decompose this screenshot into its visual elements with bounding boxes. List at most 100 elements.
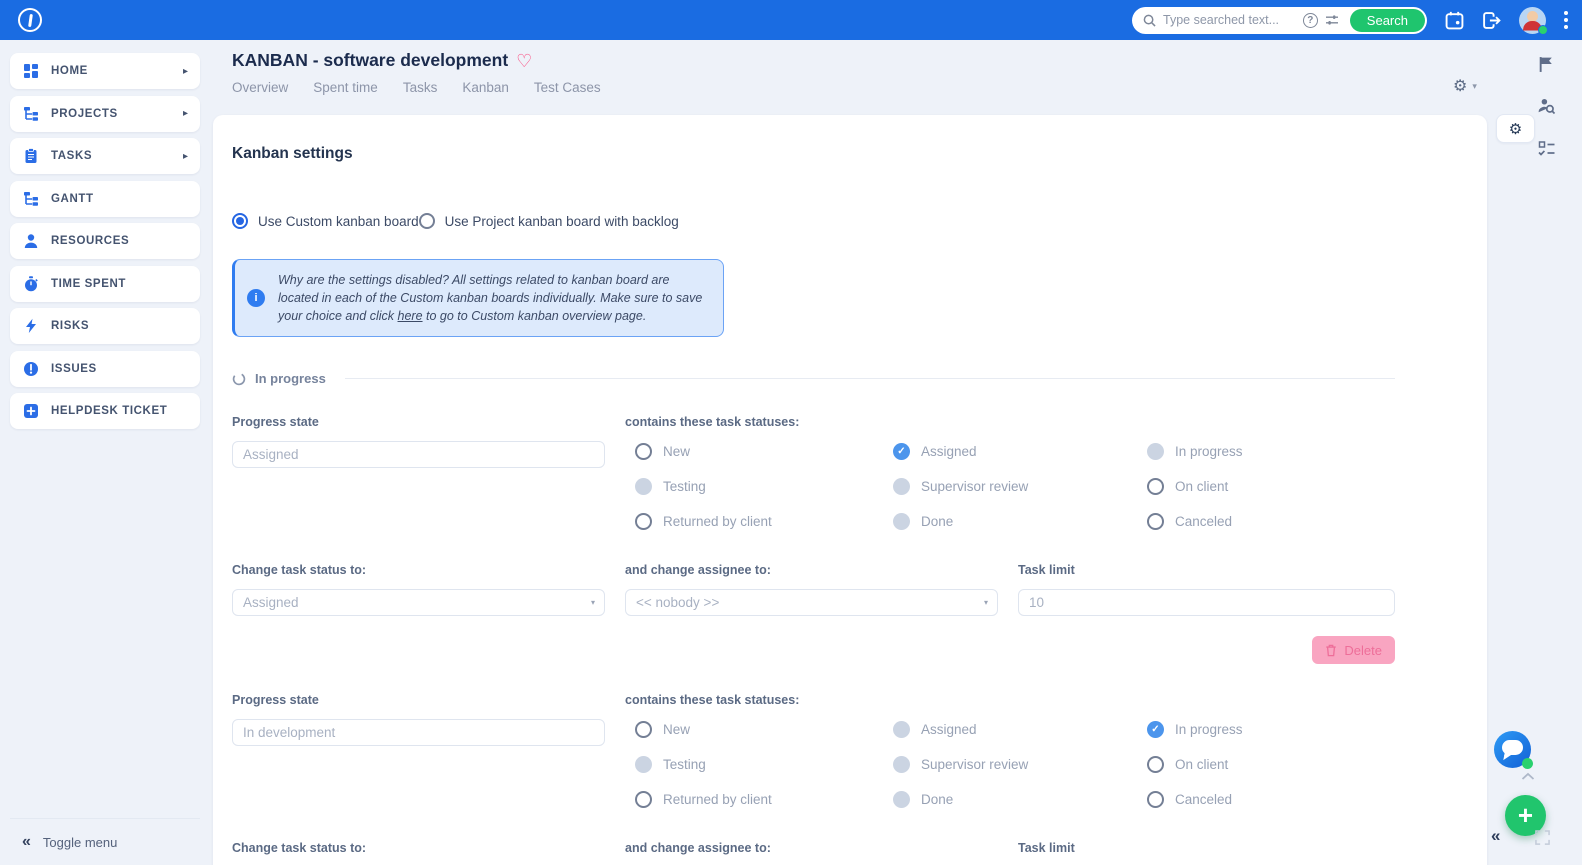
sidebar-item-gantt[interactable]: GANTT ▸ bbox=[10, 180, 200, 217]
tab-tasks[interactable]: Tasks bbox=[403, 80, 438, 95]
status-checkbox-icon[interactable] bbox=[635, 478, 652, 495]
kebab-menu-icon[interactable] bbox=[1564, 11, 1568, 29]
status-checkbox-icon[interactable] bbox=[635, 791, 652, 808]
status-checkbox-icon[interactable] bbox=[1147, 478, 1164, 495]
change-status-select[interactable]: Assigned ▾ bbox=[232, 589, 605, 616]
sidebar-item-home[interactable]: HOME ▸ bbox=[10, 53, 200, 89]
status-option-assigned[interactable]: Assigned bbox=[893, 721, 1147, 738]
status-option-in-progress[interactable]: In progress bbox=[1147, 443, 1395, 460]
filter-sliders-icon[interactable] bbox=[1325, 13, 1339, 27]
status-option-testing[interactable]: Testing bbox=[635, 756, 893, 773]
fullscreen-icon[interactable] bbox=[1535, 830, 1550, 845]
status-option-supervisor-review[interactable]: Supervisor review bbox=[893, 756, 1147, 773]
tab-kanban[interactable]: Kanban bbox=[462, 80, 509, 95]
tab-test-cases[interactable]: Test Cases bbox=[534, 80, 601, 95]
app-logo-icon[interactable] bbox=[18, 8, 42, 32]
caret-down-icon: ▾ bbox=[590, 598, 595, 607]
sidebar-item-tasks[interactable]: TASKS ▸ bbox=[10, 138, 200, 174]
status-checkbox-icon[interactable] bbox=[893, 791, 910, 808]
status-option-done[interactable]: Done bbox=[893, 513, 1147, 530]
status-checkbox-icon[interactable] bbox=[893, 721, 910, 738]
status-checkbox-icon[interactable] bbox=[1147, 513, 1164, 530]
status-checkbox-icon[interactable] bbox=[893, 478, 910, 495]
calendar-icon[interactable] bbox=[1445, 11, 1464, 30]
kanban-settings-gear-button[interactable]: ⚙ bbox=[1496, 114, 1535, 143]
plus-square-icon bbox=[23, 403, 51, 419]
header-settings-menu[interactable]: ⚙ ▾ bbox=[1453, 76, 1477, 96]
exclamation-icon bbox=[23, 361, 51, 377]
task-limit-input[interactable] bbox=[1018, 589, 1395, 616]
status-checkbox-icon[interactable] bbox=[893, 756, 910, 773]
status-options-grid: New Assigned In progress Testing bbox=[625, 721, 1395, 808]
status-option-returned-by-client[interactable]: Returned by client bbox=[635, 513, 893, 530]
status-option-canceled[interactable]: Canceled bbox=[1147, 791, 1395, 808]
chevron-right-icon: ▸ bbox=[182, 65, 188, 77]
status-options-grid: New Assigned In progress Testing bbox=[625, 443, 1395, 530]
status-option-on-client[interactable]: On client bbox=[1147, 478, 1395, 495]
sidebar-item-projects[interactable]: PROJECTS ▸ bbox=[10, 95, 200, 132]
status-checkbox-icon[interactable] bbox=[1147, 443, 1164, 460]
collapse-panel-icon[interactable]: « bbox=[1491, 826, 1500, 846]
progress-circle-icon bbox=[232, 372, 246, 386]
radio-icon[interactable] bbox=[418, 213, 435, 229]
online-status-dot bbox=[1538, 24, 1548, 35]
board-option-use-custom-kanban-board[interactable]: Use Custom kanban board bbox=[232, 213, 419, 229]
status-option-testing[interactable]: Testing bbox=[635, 478, 893, 495]
sidebar-item-time-spent[interactable]: TIME SPENT ▸ bbox=[10, 265, 200, 302]
toggle-menu-button[interactable]: « Toggle menu bbox=[10, 833, 200, 851]
sidebar-item-issues[interactable]: ISSUES ▸ bbox=[10, 350, 200, 387]
status-checkbox-icon[interactable] bbox=[635, 756, 652, 773]
status-option-on-client[interactable]: On client bbox=[1147, 756, 1395, 773]
status-option-done[interactable]: Done bbox=[893, 791, 1147, 808]
favorite-heart-icon[interactable]: ♡ bbox=[516, 52, 532, 70]
sidebar-item-resources[interactable]: RESOURCES ▸ bbox=[10, 223, 200, 259]
search-input[interactable] bbox=[1163, 13, 1296, 27]
status-checkbox-icon[interactable] bbox=[1147, 791, 1164, 808]
status-option-supervisor-review[interactable]: Supervisor review bbox=[893, 478, 1147, 495]
status-checkbox-icon[interactable] bbox=[893, 443, 910, 460]
status-checkbox-icon[interactable] bbox=[1147, 721, 1164, 738]
status-checkbox-icon[interactable] bbox=[635, 443, 652, 460]
page-title: KANBAN - software development bbox=[232, 50, 509, 70]
status-checkbox-icon[interactable] bbox=[635, 721, 652, 738]
sidebar-divider bbox=[10, 818, 200, 819]
status-checkbox-icon[interactable] bbox=[635, 513, 652, 530]
board-option-use-project-kanban-board-with-backlog[interactable]: Use Project kanban board with backlog bbox=[418, 213, 679, 229]
project-tabs: Overview Spent time Tasks Kanban Test Ca… bbox=[232, 80, 601, 95]
section-divider bbox=[344, 378, 1395, 379]
tab-spent-time[interactable]: Spent time bbox=[313, 80, 378, 95]
logout-icon[interactable] bbox=[1482, 11, 1501, 30]
help-icon[interactable]: ? bbox=[1302, 12, 1318, 28]
flag-icon[interactable] bbox=[1538, 56, 1555, 73]
chat-widget-button[interactable] bbox=[1494, 731, 1533, 769]
info-banner: i Why are the settings disabled? All set… bbox=[232, 259, 724, 337]
sidebar-item-risks[interactable]: RISKS ▸ bbox=[10, 308, 200, 344]
here-link[interactable]: here bbox=[398, 309, 423, 323]
status-checkbox-icon[interactable] bbox=[893, 513, 910, 530]
delete-button[interactable]: Delete bbox=[1312, 636, 1395, 664]
checklist-icon[interactable] bbox=[1537, 140, 1556, 158]
scroll-up-icon[interactable] bbox=[1521, 772, 1535, 781]
sidebar-item-helpdesk-ticket[interactable]: HELPDESK TICKET ▸ bbox=[10, 393, 200, 429]
tab-overview[interactable]: Overview bbox=[232, 80, 288, 95]
progress-state-input[interactable] bbox=[232, 441, 605, 468]
status-checkbox-icon[interactable] bbox=[1147, 756, 1164, 773]
gear-icon: ⚙ bbox=[1453, 78, 1468, 95]
chat-online-dot bbox=[1522, 758, 1533, 769]
collapse-left-icon: « bbox=[22, 833, 31, 850]
status-option-new[interactable]: New bbox=[635, 721, 893, 738]
person-search-icon[interactable] bbox=[1537, 97, 1556, 116]
status-option-canceled[interactable]: Canceled bbox=[1147, 513, 1395, 530]
status-option-returned-by-client[interactable]: Returned by client bbox=[635, 791, 893, 808]
search-button[interactable]: Search bbox=[1349, 8, 1425, 32]
tree-icon bbox=[23, 191, 51, 207]
dashboard-icon bbox=[23, 63, 51, 79]
status-option-new[interactable]: New bbox=[635, 443, 893, 460]
change-assignee-select[interactable]: << nobody >> ▾ bbox=[625, 589, 998, 616]
radio-icon[interactable] bbox=[232, 213, 248, 229]
tree-icon bbox=[23, 106, 51, 122]
status-option-assigned[interactable]: Assigned bbox=[893, 443, 1147, 460]
status-option-in-progress[interactable]: In progress bbox=[1147, 721, 1395, 738]
user-avatar[interactable] bbox=[1519, 6, 1548, 35]
progress-state-input[interactable] bbox=[232, 719, 605, 746]
